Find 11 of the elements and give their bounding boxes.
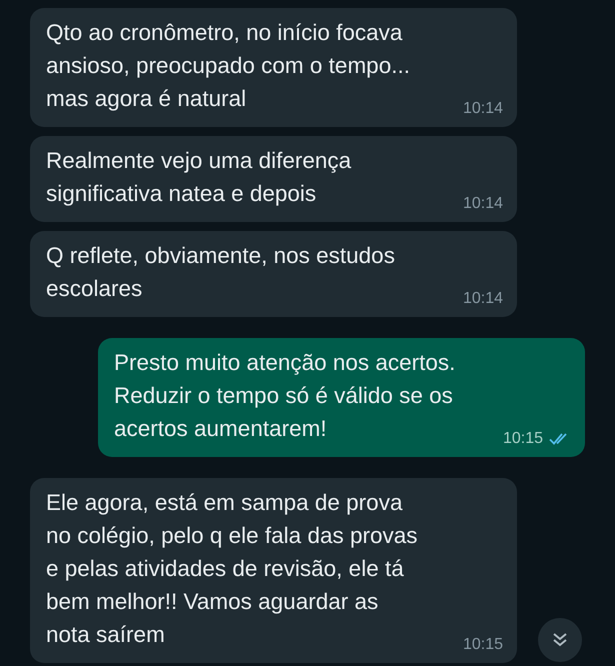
message-text: Qto ao cronômetro, no início focava ansioso, preocupado com o tempo... mas agora é natural (46, 19, 410, 113)
message-text: Q reflete, obviamente, nos estudos escolares (46, 242, 395, 303)
message-text: Realmente vejo uma diferença significativa natea e depois (46, 147, 352, 208)
message-time: 10:15 (462, 635, 503, 655)
message-time: 10:14 (462, 99, 503, 119)
message-time: 10:14 (462, 289, 503, 309)
message-text: Ele agora, está em sampa de prova no colégio, pelo q ele fala das provas e pelas atividades de revisão, ele tá bem melhor!! Vamos aguardar as nota saírem (46, 489, 418, 649)
scroll-down-button[interactable] (538, 618, 582, 662)
message-time: 10:15 (502, 429, 543, 449)
message-time: 10:14 (462, 194, 503, 214)
message-text: Presto muito atenção nos acertos. Reduzir o tempo só é válido se os acertos aumentarem! (114, 349, 456, 443)
